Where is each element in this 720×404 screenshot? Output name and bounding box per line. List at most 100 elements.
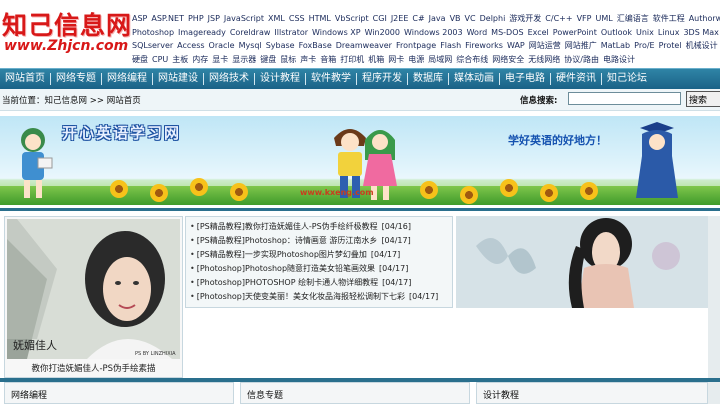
keyword-link[interactable]: C/C++	[545, 14, 572, 23]
keyword-link[interactable]: 机械设计	[686, 41, 718, 50]
list-item[interactable]: • [PS精品教程]Photoshop：诗情画意 游历江南水乡 [04/17]	[190, 234, 452, 248]
keyword-link[interactable]: Windows XP	[312, 28, 361, 37]
featured-caption[interactable]: 教你打造妩媚佳人-PS伪手绘素描	[5, 362, 182, 374]
panel-title[interactable]: 设计教程	[483, 388, 519, 401]
nav-item[interactable]: 网络技术	[204, 69, 254, 89]
keyword-link[interactable]: 综合布线	[456, 55, 488, 64]
keyword-link[interactable]: PowerPoint	[553, 28, 597, 37]
featured-image-box[interactable]: 妩媚佳人 PS BY LINZHIXIA 教你打造妩媚佳人-PS伪手绘素描	[4, 216, 183, 378]
keyword-link[interactable]: Coreldraw	[230, 28, 271, 37]
keyword-link[interactable]: JavaScript	[224, 14, 264, 23]
keyword-link[interactable]: Oracle	[209, 41, 235, 50]
keyword-link[interactable]: VFP	[577, 14, 592, 23]
keyword-link[interactable]: C#	[412, 14, 424, 23]
keyword-link[interactable]: 电路设计	[603, 55, 635, 64]
keyword-link[interactable]: 3DS Max	[683, 28, 718, 37]
keyword-link[interactable]: 局域网	[428, 55, 452, 64]
keyword-link[interactable]: Dreamweaver	[336, 41, 392, 50]
nav-item[interactable]: 程序开发	[357, 69, 407, 89]
keyword-link[interactable]: Linux	[658, 28, 680, 37]
panel-title[interactable]: 信息专题	[247, 388, 283, 401]
keyword-link[interactable]: 网卡	[388, 55, 404, 64]
keyword-link[interactable]: WAP	[507, 41, 525, 50]
keyword-link[interactable]: MS-DOS	[491, 28, 523, 37]
list-item[interactable]: • [Photoshop]Photoshop随意打造美女铅笔画效果 [04/17]	[190, 262, 452, 276]
breadcrumb-current[interactable]: 网站首页	[107, 96, 141, 106]
keyword-link[interactable]: Win2000	[365, 28, 400, 37]
article-title[interactable]: [PS精品教程]一步实现Photoshop图片梦幻叠加	[197, 250, 367, 259]
keyword-link[interactable]: Illstrator	[274, 28, 308, 37]
nav-item[interactable]: 网站首页	[0, 69, 50, 89]
keyword-link[interactable]: Protel	[659, 41, 682, 50]
keyword-link[interactable]: 内存	[192, 55, 208, 64]
keyword-link[interactable]: 网站推广	[565, 41, 597, 50]
keyword-link[interactable]: 硬盘	[132, 55, 148, 64]
keyword-link[interactable]: 声卡	[300, 55, 316, 64]
keyword-link[interactable]: 主板	[172, 55, 188, 64]
breadcrumb-site-link[interactable]: 知己信息网	[45, 96, 88, 106]
keyword-link[interactable]: Imageready	[178, 28, 226, 37]
list-item[interactable]: • [Photoshop]天使变美丽！美女化妆品海报轻松调制下七彩 [04/17]	[190, 290, 452, 304]
nav-item[interactable]: 网站建设	[153, 69, 203, 89]
keyword-link[interactable]: Fireworks	[465, 41, 503, 50]
keyword-link[interactable]: Pro/E	[634, 41, 654, 50]
keyword-link[interactable]: CSS	[289, 14, 305, 23]
nav-item[interactable]: 硬件资讯	[551, 69, 601, 89]
list-item[interactable]: • [PS精品教程]一步实现Photoshop图片梦幻叠加 [04/17]	[190, 248, 452, 262]
article-title[interactable]: [Photoshop]PHOTOSHOP 绘制卡通人物详细教程	[197, 278, 378, 287]
keyword-link[interactable]: VB	[450, 14, 461, 23]
keyword-link[interactable]: 机箱	[368, 55, 384, 64]
keyword-link[interactable]: PHP	[188, 14, 204, 23]
nav-item[interactable]: 网络编程	[102, 69, 152, 89]
article-title[interactable]: [PS精品教程]教你打造妩媚佳人-PS伪手绘纤极教程	[197, 222, 378, 231]
keyword-link[interactable]: Flash	[440, 41, 461, 50]
search-input[interactable]	[568, 92, 681, 105]
ad-banner[interactable]: 开心英语学习网 学好英语的好地方！ www.kxeng.com	[0, 116, 720, 205]
keyword-link[interactable]: UML	[595, 14, 612, 23]
nav-item[interactable]: 知己论坛	[602, 69, 652, 89]
article-title[interactable]: [PS精品教程]Photoshop：诗情画意 游历江南水乡	[197, 236, 378, 245]
search-button[interactable]: 搜索	[686, 91, 720, 107]
keyword-link[interactable]: Photoshop	[132, 28, 174, 37]
keyword-link[interactable]: 网络安全	[492, 55, 524, 64]
keyword-link[interactable]: SQLserver	[132, 41, 173, 50]
keyword-link[interactable]: 汇编语言	[617, 14, 649, 23]
keyword-link[interactable]: Access	[177, 41, 204, 50]
nav-item[interactable]: 网络专题	[51, 69, 101, 89]
keyword-link[interactable]: ASP.NET	[151, 14, 184, 23]
keyword-link[interactable]: Excel	[528, 28, 549, 37]
keyword-link[interactable]: 游戏开发	[509, 14, 541, 23]
keyword-link[interactable]: JSP	[208, 14, 220, 23]
keyword-link[interactable]: 鼠标	[280, 55, 296, 64]
keyword-link[interactable]: Sybase	[266, 41, 295, 50]
featured-photo[interactable]: 妩媚佳人 PS BY LINZHIXIA	[7, 219, 180, 359]
keyword-link[interactable]: 电源	[408, 55, 424, 64]
keyword-link[interactable]: MatLab	[601, 41, 630, 50]
nav-item[interactable]: 软件教学	[306, 69, 356, 89]
nav-item[interactable]: 媒体动画	[449, 69, 499, 89]
keyword-link[interactable]: 无线网络	[528, 55, 560, 64]
keyword-link[interactable]: VbScript	[335, 14, 369, 23]
keyword-link[interactable]: VC	[465, 14, 476, 23]
keyword-link[interactable]: 软件工程	[653, 14, 685, 23]
keyword-link[interactable]: Authorware	[689, 14, 720, 23]
keyword-link[interactable]: CGI	[373, 14, 387, 23]
keyword-link[interactable]: 键盘	[260, 55, 276, 64]
article-title[interactable]: [Photoshop]天使变美丽！美女化妆品海报轻松调制下七彩	[197, 292, 405, 301]
panel-title[interactable]: 网络编程	[11, 388, 47, 401]
keyword-link[interactable]: 显卡	[212, 55, 228, 64]
keyword-link[interactable]: FoxBase	[299, 41, 332, 50]
keyword-link[interactable]: 音箱	[320, 55, 336, 64]
nav-item[interactable]: 设计教程	[255, 69, 305, 89]
site-logo[interactable]: 知己信息网 www.Zhjcn.com	[2, 6, 131, 64]
keyword-link[interactable]: 协议/路由	[564, 55, 599, 64]
keyword-link[interactable]: XML	[268, 14, 285, 23]
nav-item[interactable]: 数据库	[408, 69, 448, 89]
keyword-link[interactable]: 网站运营	[529, 41, 561, 50]
keyword-link[interactable]: Java	[429, 14, 446, 23]
keyword-link[interactable]: Delphi	[480, 14, 506, 23]
article-title[interactable]: [Photoshop]Photoshop随意打造美女铅笔画效果	[197, 264, 375, 273]
keyword-link[interactable]: HTML	[309, 14, 331, 23]
keyword-link[interactable]: ASP	[132, 14, 147, 23]
keyword-link[interactable]: Windows 2003	[404, 28, 463, 37]
